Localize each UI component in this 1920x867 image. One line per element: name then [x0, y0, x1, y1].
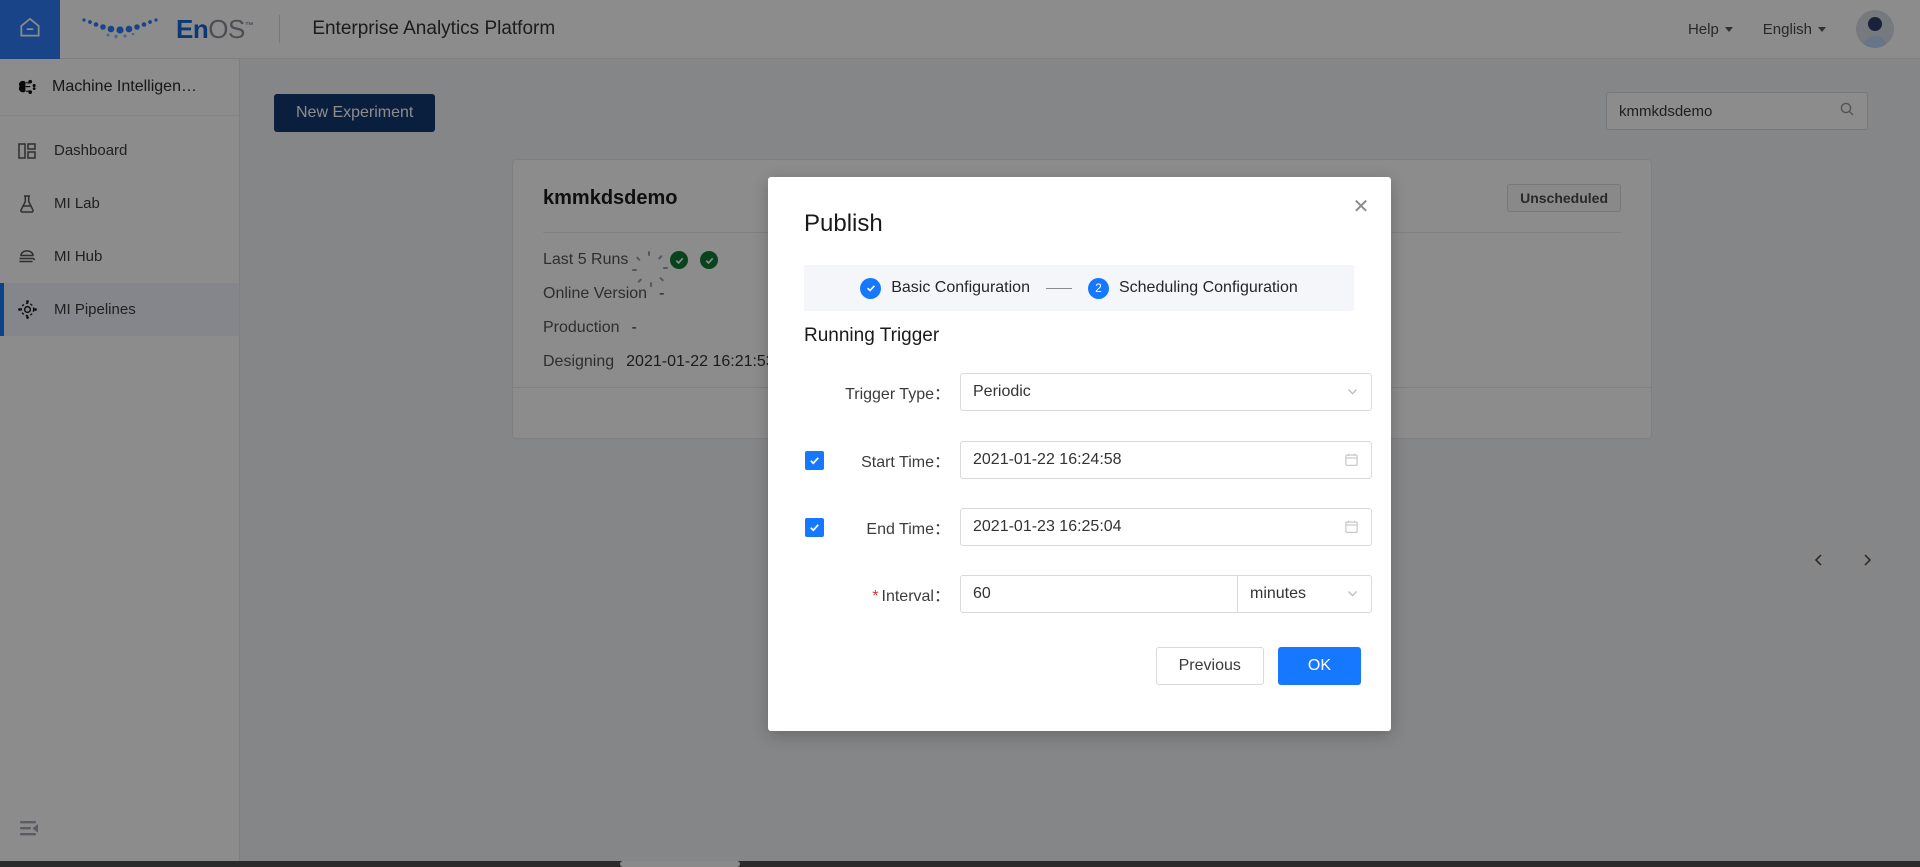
- field-row-trigger-type: Trigger Type： Periodic: [804, 373, 1372, 411]
- trigger-type-value: Periodic: [973, 383, 1031, 400]
- step-done-icon: [860, 277, 882, 299]
- step-connector: [1045, 287, 1072, 289]
- step-label: Basic Configuration: [891, 279, 1030, 296]
- trigger-type-select[interactable]: Periodic: [960, 373, 1372, 411]
- interval-unit-value: minutes: [1250, 585, 1307, 602]
- interval-unit-select[interactable]: minutes: [1237, 575, 1372, 613]
- bottom-scrollbar-thumb[interactable]: [620, 861, 740, 867]
- start-time-value: 2021-01-22 16:24:58: [973, 451, 1122, 468]
- end-time-checkbox-wrap: [804, 517, 824, 537]
- step-number: 2: [1087, 277, 1109, 299]
- dialog-footer: Previous OK: [1155, 647, 1361, 685]
- end-time-label: End Time：: [866, 521, 950, 538]
- step-indicator: Basic Configuration 2 Scheduling Configu…: [804, 265, 1354, 311]
- interval-label: * Interval：: [824, 582, 960, 606]
- ok-button[interactable]: OK: [1277, 647, 1361, 685]
- previous-button[interactable]: Previous: [1155, 647, 1264, 685]
- close-icon[interactable]: ✕: [1347, 193, 1375, 221]
- trigger-type-label: Trigger Type：: [845, 386, 950, 403]
- interval-label-text: Interval：: [881, 588, 950, 605]
- calendar-icon[interactable]: [1344, 452, 1359, 469]
- step-basic-configuration[interactable]: Basic Configuration: [860, 277, 1030, 299]
- field-row-start-time: Start Time： 2021-01-22 16:24:58: [804, 441, 1372, 479]
- start-time-checkbox-wrap: [804, 450, 824, 470]
- chevron-down-icon: [1346, 587, 1359, 602]
- end-time-value: 2021-01-23 16:25:04: [973, 518, 1122, 535]
- field-row-end-time: End Time： 2021-01-23 16:25:04: [804, 508, 1372, 546]
- bottom-scrollbar-track[interactable]: [0, 861, 1920, 867]
- publish-dialog: ✕ Publish Basic Configuration 2 Scheduli…: [768, 177, 1391, 731]
- interval-value-input[interactable]: [960, 575, 1237, 613]
- field-row-interval: *Interval： minutes: [804, 575, 1372, 613]
- interval-input[interactable]: [973, 585, 1225, 603]
- end-time-input[interactable]: 2021-01-23 16:25:04: [960, 508, 1372, 546]
- end-time-checkbox[interactable]: [804, 517, 824, 537]
- chevron-down-icon: [1346, 385, 1359, 400]
- start-time-input[interactable]: 2021-01-22 16:24:58: [960, 441, 1372, 479]
- start-time-checkbox[interactable]: [804, 450, 824, 470]
- app-root: EnOS™ Enterprise Analytics Platform Help…: [0, 0, 1920, 867]
- step-label: Scheduling Configuration: [1118, 279, 1298, 296]
- calendar-icon[interactable]: [1344, 519, 1359, 536]
- step-scheduling-configuration[interactable]: 2 Scheduling Configuration: [1087, 277, 1298, 299]
- start-time-label: Start Time：: [861, 454, 950, 471]
- dialog-title: Publish: [804, 210, 883, 237]
- required-marker: *: [872, 588, 879, 605]
- section-title-running-trigger: Running Trigger: [804, 325, 940, 346]
